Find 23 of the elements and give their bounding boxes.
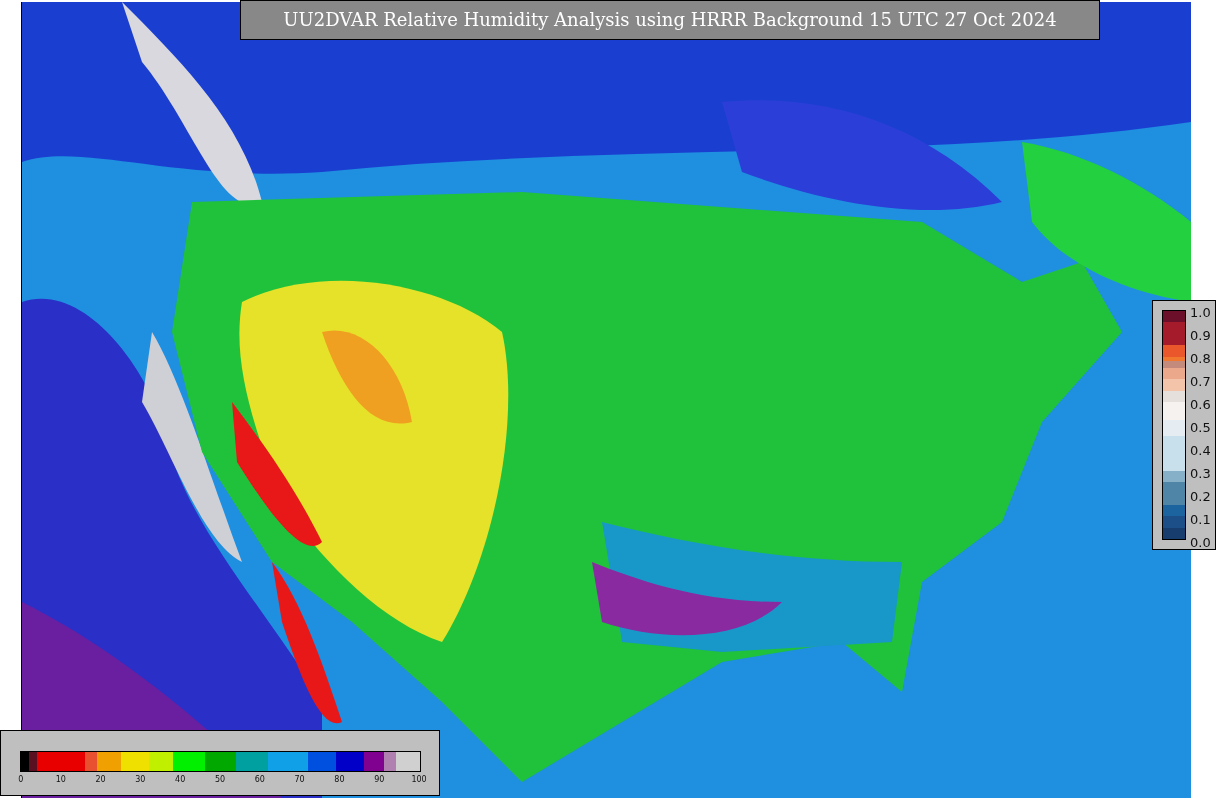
colorbar-tick-label: 0.6: [1190, 396, 1211, 414]
colorbar-tick-label: 70: [293, 775, 306, 784]
colorbar-tick-label: 0.3: [1190, 465, 1211, 483]
colorbar-tick-label: 0.9: [1190, 327, 1211, 345]
colorbar-tick-label: 0.2: [1190, 488, 1211, 506]
map-title: UU2DVAR Relative Humidity Analysis using HRRR Background 15 UTC 27 Oct 2024: [240, 0, 1100, 40]
colorbar-tick-label: 40: [174, 775, 187, 784]
colorbar-tick-label: 0.0: [1190, 534, 1211, 552]
colorbar-tick-label: 0: [17, 775, 25, 784]
colorbar-tick-label: 20: [94, 775, 107, 784]
colorbar-tick-label: 100: [410, 775, 428, 784]
colorbar-tick-label: 60: [253, 775, 266, 784]
colorbar-tick-label: 0.7: [1190, 373, 1211, 391]
colorbar-tick-label: 50: [213, 775, 227, 784]
colorbar-tick-label: 0.1: [1190, 511, 1211, 529]
colorbar-tick-label: 0.5: [1190, 419, 1211, 437]
colorbar-tick-label: 0.4: [1190, 442, 1211, 460]
colorbar-tick-label: 80: [333, 775, 346, 784]
colorbar-tick-label: 1.0: [1190, 304, 1211, 322]
colorbar-tick-label: 0.8: [1190, 350, 1211, 368]
colorbar-tick-label: 90: [373, 775, 386, 784]
colorbar-tick-label: 10: [54, 775, 67, 784]
colorbar-tick-label: 30: [134, 775, 147, 784]
